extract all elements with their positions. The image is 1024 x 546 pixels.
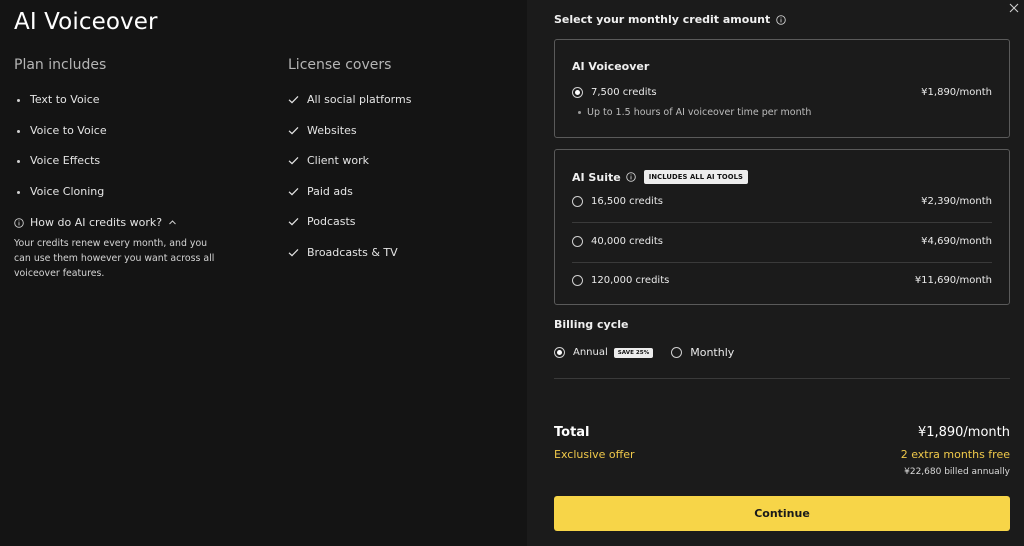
bullet-icon <box>17 129 20 133</box>
credit-amount: 40,000 credits <box>591 235 663 247</box>
list-item: Paid ads <box>288 185 411 216</box>
chevron-up-icon <box>169 220 176 225</box>
checkout-panel: Select your monthly credit amount AI Voi… <box>527 0 1024 546</box>
billing-annual-label: Annual <box>573 347 608 358</box>
credit-amount: 16,500 credits <box>591 195 663 207</box>
credit-price: ¥11,690/month <box>914 274 992 286</box>
list-item: Voice to Voice <box>17 124 107 155</box>
card-title: AI Suite INCLUDES ALL AI TOOLS <box>572 170 749 184</box>
billing-cycle-heading: Billing cycle <box>554 318 629 331</box>
credit-note: Up to 1.5 hours of AI voiceover time per… <box>578 107 811 118</box>
credit-amount: 7,500 credits <box>591 86 657 98</box>
bullet-icon <box>17 160 20 164</box>
radio-selected[interactable] <box>554 347 565 358</box>
billing-monthly-option[interactable]: Monthly <box>671 346 734 359</box>
exclusive-offer-label: Exclusive offer <box>554 448 635 461</box>
list-item: Broadcasts & TV <box>288 246 411 277</box>
exclusive-offer-value: 2 extra months free <box>900 448 1010 461</box>
info-icon[interactable] <box>776 14 787 25</box>
list-item: All social platforms <box>288 93 411 124</box>
includes-all-tools-badge: INCLUDES ALL AI TOOLS <box>643 170 749 184</box>
info-icon <box>14 217 24 228</box>
features-panel: AI Voiceover Plan includes Text to Voice… <box>0 0 527 546</box>
close-icon[interactable] <box>1008 2 1020 14</box>
credit-option-7500[interactable]: 7,500 credits ¥1,890/month <box>572 83 992 101</box>
radio-unselected[interactable] <box>671 347 683 358</box>
total-label: Total <box>554 425 590 440</box>
credit-price: ¥4,690/month <box>921 235 992 247</box>
info-icon[interactable] <box>625 172 636 182</box>
faq-question: How do AI credits work? <box>30 216 163 229</box>
page-title: AI Voiceover <box>14 9 158 35</box>
check-icon <box>288 218 299 226</box>
radio-unselected[interactable] <box>572 235 583 247</box>
credit-option-16500[interactable]: 16,500 credits ¥2,390/month <box>572 192 992 210</box>
total-price: ¥1,890/month <box>917 425 1010 440</box>
continue-button[interactable]: Continue <box>554 496 1010 531</box>
license-covers-list: All social platforms Websites Client wor… <box>288 93 411 277</box>
credit-option-120000[interactable]: 120,000 credits ¥11,690/month <box>572 271 992 289</box>
billing-annual-option[interactable]: Annual SAVE 25% <box>554 347 654 358</box>
list-item: Voice Effects <box>17 154 107 185</box>
credit-price: ¥1,890/month <box>921 86 992 98</box>
bullet-icon <box>17 99 20 102</box>
list-item: Websites <box>288 124 411 155</box>
license-covers-heading: License covers <box>288 57 392 73</box>
check-icon <box>288 95 299 104</box>
check-icon <box>288 126 299 135</box>
ai-voiceover-card: AI Voiceover 7,500 credits ¥1,890/month … <box>554 39 1010 138</box>
divider <box>554 378 1010 379</box>
check-icon <box>288 187 299 196</box>
check-icon <box>288 157 299 165</box>
plan-includes-list: Text to Voice Voice to Voice Voice Effec… <box>17 93 107 215</box>
radio-unselected[interactable] <box>572 274 583 286</box>
radio-selected[interactable] <box>572 86 583 98</box>
credit-amount: 120,000 credits <box>591 274 670 286</box>
faq-answer: Your credits renew every month, and you … <box>14 238 215 279</box>
list-item: Podcasts <box>288 215 411 246</box>
card-title: AI Voiceover <box>572 60 650 73</box>
credit-price: ¥2,390/month <box>921 195 992 207</box>
list-item: Client work <box>288 154 411 185</box>
billing-cycle-options: Annual SAVE 25% Monthly <box>554 346 734 359</box>
radio-unselected[interactable] <box>572 195 583 207</box>
check-icon <box>288 248 299 257</box>
billed-annually-text: ¥22,680 billed annually <box>904 467 1010 477</box>
list-item: Text to Voice <box>17 93 107 124</box>
ai-suite-card: AI Suite INCLUDES ALL AI TOOLS 16,500 cr… <box>554 149 1010 305</box>
bullet-icon <box>17 190 20 194</box>
bullet-icon <box>578 111 581 114</box>
divider <box>572 262 992 263</box>
divider <box>572 222 992 223</box>
credit-option-40000[interactable]: 40,000 credits ¥4,690/month <box>572 232 992 250</box>
credit-amount-heading: Select your monthly credit amount <box>554 13 792 26</box>
save-badge: SAVE 25% <box>613 347 654 358</box>
billing-monthly-label: Monthly <box>690 346 735 359</box>
list-item: Voice Cloning <box>17 185 107 216</box>
plan-includes-heading: Plan includes <box>14 57 107 73</box>
credits-faq-toggle[interactable]: How do AI credits work? <box>14 216 177 229</box>
